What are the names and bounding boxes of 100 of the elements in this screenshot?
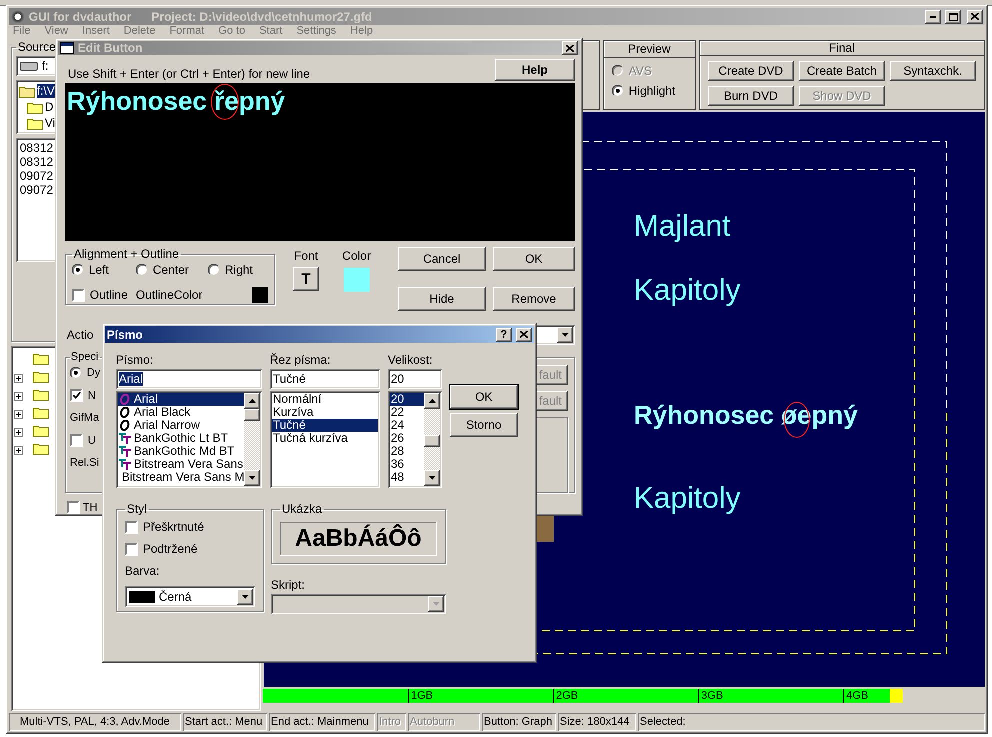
status-field: Button: Graph bbox=[482, 713, 556, 731]
color-dropdown[interactable]: Černá bbox=[125, 586, 255, 607]
maximize-icon bbox=[948, 12, 958, 20]
expand-icon[interactable] bbox=[14, 428, 23, 436]
font-list-item[interactable]: Arial Black bbox=[118, 406, 244, 419]
toolbar-button[interactable]: Create DVD bbox=[708, 61, 794, 81]
close-button[interactable] bbox=[516, 328, 532, 342]
down-arrow-icon bbox=[432, 602, 440, 606]
font-list-item[interactable]: Arial Narrow bbox=[118, 419, 244, 432]
dialog-button[interactable]: OK bbox=[450, 385, 518, 409]
dialog-button[interactable]: Hide bbox=[398, 287, 486, 311]
maximize-button[interactable] bbox=[945, 10, 961, 24]
tree-item[interactable]: D bbox=[45, 100, 54, 114]
checkbox-label: Outline bbox=[90, 288, 128, 302]
status-field: Intro bbox=[377, 713, 406, 731]
project-path: Project: D:\video\dvd\cetnhumor27.gfd bbox=[152, 10, 372, 24]
checkbox[interactable] bbox=[125, 542, 138, 556]
font-size-field[interactable]: 20 bbox=[388, 369, 442, 389]
toolbar-button[interactable]: Syntaxchk. bbox=[890, 61, 976, 81]
dialog-button[interactable]: Storno bbox=[450, 413, 518, 437]
expand-icon[interactable] bbox=[14, 410, 23, 418]
group-title: Alignment + Outline bbox=[73, 247, 180, 261]
down-arrow-icon bbox=[248, 476, 256, 480]
expand-icon[interactable] bbox=[14, 446, 23, 454]
close-button[interactable] bbox=[562, 41, 578, 55]
style-list-item[interactable]: Normální bbox=[272, 393, 378, 406]
style-list-item[interactable]: Kurzíva bbox=[272, 406, 378, 419]
window-title: GUI for dvdauthor bbox=[29, 10, 132, 24]
scroll-thumb[interactable] bbox=[424, 435, 440, 447]
font-style-field[interactable]: Tučné bbox=[270, 369, 380, 389]
tree-item[interactable]: Vi bbox=[45, 116, 56, 130]
checkbox[interactable] bbox=[125, 520, 138, 534]
size-tick: 4GB bbox=[843, 689, 868, 703]
checkbox-label: Přeškrtnuté bbox=[143, 520, 204, 534]
size-list-item[interactable]: 24 bbox=[390, 419, 424, 432]
size-list-item[interactable]: 22 bbox=[390, 406, 424, 419]
checkbox-label: TH bbox=[83, 502, 98, 514]
dialog-button[interactable]: OK bbox=[493, 247, 575, 271]
size-list-item[interactable]: 26 bbox=[390, 432, 424, 445]
radio-label: Highlight bbox=[628, 84, 676, 98]
size-list-item[interactable]: 36 bbox=[390, 458, 424, 471]
tree-item[interactable]: f:\V bbox=[37, 84, 56, 98]
size-list-item[interactable]: 48 bbox=[390, 471, 424, 484]
font-list-item[interactable]: Arial bbox=[118, 393, 244, 406]
close-button[interactable] bbox=[967, 10, 983, 24]
radio-button[interactable] bbox=[136, 264, 148, 276]
font-button[interactable]: T bbox=[293, 267, 320, 291]
up-arrow-icon bbox=[248, 399, 256, 403]
down-arrow-icon bbox=[242, 594, 248, 598]
checkbox[interactable] bbox=[70, 434, 83, 447]
size-tick: 3GB bbox=[698, 689, 724, 703]
help-button[interactable]: Help bbox=[495, 59, 575, 81]
toolbar-button[interactable]: Create Batch bbox=[799, 61, 885, 81]
group-title: Source bbox=[17, 40, 58, 54]
font-name-field[interactable]: Arial bbox=[116, 369, 262, 389]
folder-icon bbox=[33, 370, 49, 383]
app-logo-icon bbox=[11, 10, 25, 24]
radio-button[interactable] bbox=[70, 367, 82, 379]
font-list-item[interactable]: BankGothic Lt BT bbox=[118, 432, 244, 445]
drive-icon bbox=[20, 62, 38, 70]
style-list-item[interactable]: Tučné bbox=[272, 419, 378, 432]
font-list-item[interactable]: Bitstream Vera Sans bbox=[118, 458, 244, 471]
folder-icon bbox=[27, 100, 43, 114]
size-list-item[interactable]: 20 bbox=[390, 393, 424, 406]
checkbox-label: U bbox=[88, 434, 96, 446]
style-list-item[interactable]: Tučná kurzíva bbox=[272, 432, 378, 445]
font-list-item[interactable]: BankGothic Md BT bbox=[118, 445, 244, 458]
radio-label: Left bbox=[89, 263, 110, 277]
dialog-button[interactable]: Remove bbox=[493, 287, 575, 311]
outline-color-swatch[interactable] bbox=[252, 287, 268, 303]
menu-button-text[interactable]: Kapitoly bbox=[634, 482, 741, 515]
truetype-font-icon bbox=[119, 459, 131, 470]
checkbox[interactable] bbox=[70, 389, 83, 402]
scrollbar[interactable] bbox=[424, 393, 440, 486]
action-dropdown[interactable] bbox=[535, 325, 575, 345]
menu-button-text[interactable]: Kapitoly bbox=[634, 274, 741, 307]
size-list-item[interactable]: 28 bbox=[390, 445, 424, 458]
scroll-thumb[interactable] bbox=[244, 409, 260, 421]
opentype-font-icon bbox=[119, 394, 131, 405]
checkbox[interactable] bbox=[72, 288, 85, 302]
folder-icon bbox=[33, 442, 49, 455]
scrollbar[interactable] bbox=[244, 393, 260, 486]
menu-button-text[interactable]: Majlant bbox=[634, 210, 731, 243]
group-title: Preview bbox=[604, 41, 695, 58]
minimize-button[interactable] bbox=[925, 10, 941, 24]
help-button[interactable]: ? bbox=[496, 328, 512, 342]
radio-button[interactable] bbox=[612, 85, 624, 97]
color-swatch[interactable] bbox=[344, 268, 370, 292]
toolbar-button[interactable]: Burn DVD bbox=[708, 86, 794, 106]
font-list-item[interactable]: Bitstream Vera Sans M bbox=[118, 471, 244, 484]
expand-icon[interactable] bbox=[14, 374, 23, 382]
expand-icon[interactable] bbox=[14, 392, 23, 400]
outline-color-label: OutlineColor bbox=[136, 288, 204, 302]
checkbox[interactable] bbox=[67, 501, 80, 514]
radio-label: Dy bbox=[87, 367, 100, 379]
close-icon bbox=[971, 13, 979, 20]
dialog-button[interactable]: Cancel bbox=[398, 247, 486, 271]
radio-button[interactable] bbox=[72, 264, 84, 276]
status-field: Selected: bbox=[638, 713, 985, 731]
radio-button[interactable] bbox=[208, 264, 220, 276]
